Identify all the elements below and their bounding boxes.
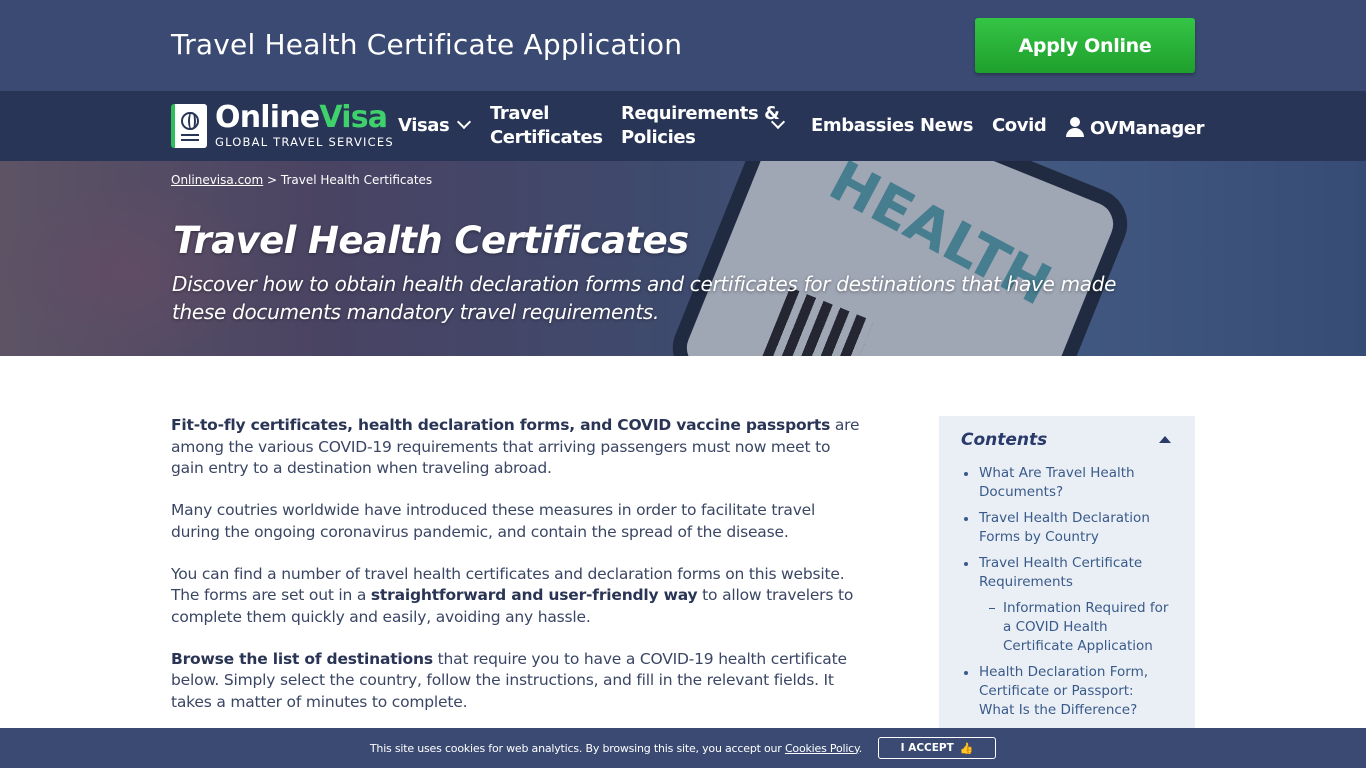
toc-item[interactable]: What Are Travel Health Documents? [961, 464, 1173, 502]
chevron-down-icon [457, 114, 472, 130]
logo-name: OnlineVisa [215, 100, 388, 135]
breadcrumb: Onlinevisa.com > Travel Health Certifica… [171, 173, 433, 187]
apply-online-button[interactable]: Apply Online [975, 18, 1195, 73]
passport-icon [171, 104, 207, 148]
page-title: Travel Health Certificates [173, 219, 689, 262]
toc-list: What Are Travel Health Documents? Travel… [961, 464, 1173, 720]
toc-item[interactable]: Travel Health Certificate Requirements [961, 554, 1173, 592]
toc-subitem[interactable]: Information Required for a COVID Health … [961, 599, 1173, 656]
nav-covid[interactable]: Covid [992, 114, 1047, 138]
nav-travel-certificates[interactable]: Travel Certificates [490, 102, 603, 150]
page-subtitle: Discover how to obtain health declaratio… [172, 272, 1117, 324]
nav-account[interactable]: OVManager [1066, 114, 1205, 141]
site-logo[interactable]: OnlineVisa GLOBAL TRAVEL SERVICES [171, 101, 394, 151]
article-body: Fit-to-fly certificates, health declarat… [171, 415, 861, 734]
paragraph: Fit-to-fly certificates, health declarat… [171, 416, 860, 477]
nav-embassies[interactable]: Embassies [811, 114, 914, 138]
toc-item[interactable]: Health Declaration Form, Certificate or … [961, 663, 1173, 720]
collapse-caret-icon[interactable] [1159, 436, 1171, 443]
top-header-bar: Travel Health Certificate Application Ap… [0, 0, 1366, 91]
nav-news[interactable]: News [920, 114, 973, 138]
table-of-contents: Contents What Are Travel Health Document… [939, 416, 1195, 746]
toc-title: Contents [961, 430, 1173, 450]
paragraph: You can find a number of travel health c… [171, 564, 854, 626]
nav-requirements-policies[interactable]: Requirements & Policies [621, 102, 780, 150]
breadcrumb-current: Travel Health Certificates [280, 173, 433, 187]
paragraph: Browse the list of destinations that req… [171, 649, 847, 711]
user-icon [1066, 117, 1084, 137]
cookie-consent-bar: This site uses cookies for web analytics… [0, 728, 1366, 768]
nav-requirements-dropdown[interactable] [763, 114, 786, 138]
thumbs-up-icon: 👍 [959, 741, 974, 755]
nav-visas[interactable]: Visas [398, 114, 472, 138]
hero-banner: HEALTH Onlinevisa.com > Travel Health Ce… [0, 161, 1366, 356]
breadcrumb-home-link[interactable]: Onlinevisa.com [171, 173, 263, 187]
page-header-title: Travel Health Certificate Application [171, 28, 683, 61]
main-navigation: OnlineVisa GLOBAL TRAVEL SERVICES Visas … [0, 91, 1366, 161]
cookies-policy-link[interactable]: Cookies Policy [785, 742, 859, 755]
chevron-down-icon [770, 114, 786, 130]
cookie-message: This site uses cookies for web analytics… [369, 741, 863, 755]
toc-item[interactable]: Travel Health Declaration Forms by Count… [961, 509, 1173, 547]
logo-tagline: GLOBAL TRAVEL SERVICES [215, 135, 394, 149]
accept-cookies-button[interactable]: I ACCEPT 👍 [878, 737, 997, 759]
paragraph: Many coutries worldwide have introduced … [171, 501, 816, 541]
